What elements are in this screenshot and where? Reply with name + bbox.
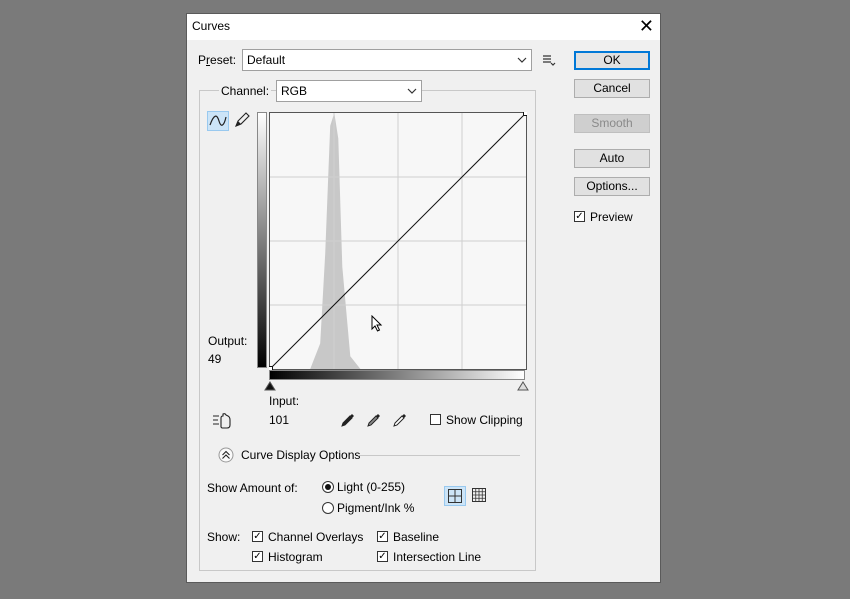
preset-options-icon[interactable] xyxy=(542,54,556,69)
preset-label: Preset: xyxy=(198,53,237,67)
pigment-radio[interactable] xyxy=(322,502,334,514)
pencil-tool-icon[interactable] xyxy=(232,111,254,131)
close-icon[interactable]: ✕ xyxy=(639,16,654,36)
collapse-chevron-icon[interactable] xyxy=(218,447,234,466)
pigment-radio-label: Pigment/Ink % xyxy=(337,501,415,515)
light-radio[interactable] xyxy=(322,481,334,493)
intersection-line-checkbox[interactable]: ✓ xyxy=(377,551,388,562)
preview-checkbox[interactable]: ✓ xyxy=(574,211,585,222)
light-radio-label: Light (0-255) xyxy=(337,480,406,494)
white-point-slider[interactable] xyxy=(517,380,529,394)
preview-label: Preview xyxy=(590,210,633,224)
curves-dialog: Curves ✕ Preset: Default OK Cancel Smoot… xyxy=(186,13,661,583)
channel-label: Channel: xyxy=(219,84,272,98)
channel-overlays-checkbox[interactable]: ✓ xyxy=(252,531,263,542)
black-point-slider[interactable] xyxy=(264,380,276,394)
baseline-checkbox[interactable]: ✓ xyxy=(377,531,388,542)
black-point-eyedropper-icon[interactable] xyxy=(340,412,356,431)
channel-overlays-label: Channel Overlays xyxy=(268,530,364,544)
window-title: Curves xyxy=(192,19,231,33)
on-image-adjust-icon[interactable] xyxy=(211,412,233,433)
separator-line xyxy=(358,455,520,456)
curve-display-options-header: Curve Display Options xyxy=(218,447,520,463)
show-clipping-checkbox[interactable] xyxy=(430,414,441,425)
smooth-button: Smooth xyxy=(574,114,650,133)
chevron-down-icon xyxy=(517,53,527,70)
output-gradient-bar xyxy=(257,112,267,368)
baseline-label: Baseline xyxy=(393,530,440,544)
white-point-eyedropper-icon[interactable] xyxy=(392,412,408,431)
options-button[interactable]: Options... xyxy=(574,177,650,196)
detailed-grid-icon[interactable] xyxy=(469,486,491,506)
input-value: 101 xyxy=(269,413,290,427)
preset-dropdown[interactable]: Default xyxy=(242,49,532,71)
curve-display-options-label: Curve Display Options xyxy=(241,448,365,462)
show-label: Show: xyxy=(207,530,241,544)
chevron-down-icon xyxy=(407,84,417,101)
channel-value: RGB xyxy=(281,84,308,98)
curve-endpoint[interactable] xyxy=(523,112,528,116)
intersection-line-label: Intersection Line xyxy=(393,550,482,564)
preset-value: Default xyxy=(247,53,286,67)
title-bar: Curves ✕ xyxy=(187,14,660,40)
show-clipping-label: Show Clipping xyxy=(446,413,523,427)
channel-dropdown[interactable]: RGB xyxy=(276,80,422,102)
simple-grid-icon[interactable] xyxy=(444,486,466,506)
cancel-button[interactable]: Cancel xyxy=(574,79,650,98)
input-gradient-bar xyxy=(269,370,525,380)
input-label: Input: xyxy=(269,394,300,408)
ok-button[interactable]: OK xyxy=(574,51,650,70)
curves-graph[interactable] xyxy=(269,112,527,370)
mouse-cursor-icon xyxy=(371,314,383,336)
output-value: 49 xyxy=(208,352,222,366)
output-label: Output: xyxy=(208,334,248,348)
auto-button[interactable]: Auto xyxy=(574,149,650,168)
show-amount-label: Show Amount of: xyxy=(207,481,298,495)
histogram-checkbox[interactable]: ✓ xyxy=(252,551,263,562)
gray-point-eyedropper-icon[interactable] xyxy=(366,412,382,431)
histogram-label: Histogram xyxy=(268,550,323,564)
curve-point-tool-icon[interactable] xyxy=(207,111,229,131)
